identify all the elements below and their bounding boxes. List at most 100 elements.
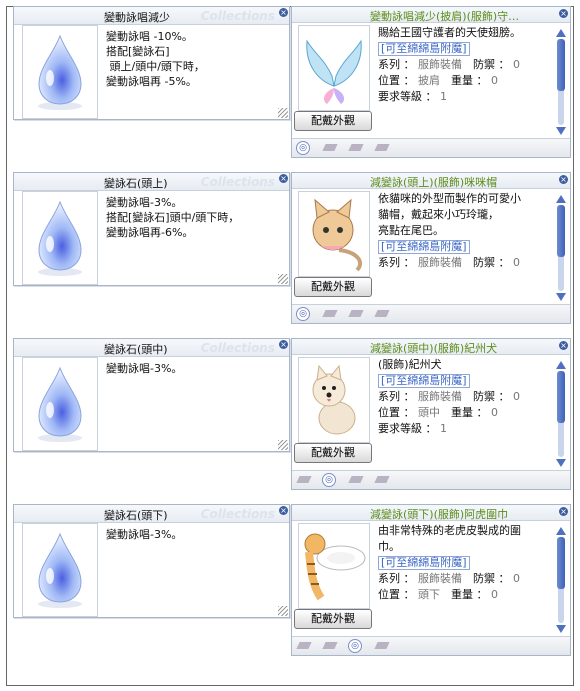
costume-name: 減變詠(頭上)(服飾)咪咪帽 xyxy=(370,176,498,189)
card-slot-bar: ◎ xyxy=(292,138,570,157)
stat-value: 服飾裝備 xyxy=(418,572,462,585)
stat-label: 系列 xyxy=(378,572,400,585)
cat-hat-icon xyxy=(298,191,370,277)
stat-value: 0 xyxy=(513,390,520,403)
item-info-window: 變詠石(頭中) Collections × 變動詠唱-3%。 xyxy=(13,338,290,452)
costume-info: 依貓咪的外型而製作的可愛小 貓帽，戴起來小巧玲瓏， 亮點在尾巴。 [可至綿綿島附魔] 系… xyxy=(378,191,548,271)
resize-grip[interactable] xyxy=(278,606,288,616)
card-slot-icon[interactable]: ◎ xyxy=(322,473,336,487)
required-level: 要求等級 ： 1 xyxy=(378,90,447,103)
enchant-link[interactable]: [可至綿綿島附魔] xyxy=(378,42,470,56)
costume-name: 減變詠(頭下)(服飾)阿虎圍巾 xyxy=(370,508,509,521)
close-icon[interactable]: × xyxy=(279,506,288,515)
stat-label: 系列 xyxy=(378,256,400,269)
costume-info: (服飾)紀州犬 [可至綿綿島附魔] 系列 ： 服飾裝備 防禦 ： 0 位置 ： 頭中 … xyxy=(378,357,548,437)
scroll-thumb[interactable] xyxy=(557,371,565,423)
costume-info-window: 減變詠(頭中)(服飾)紀州犬 × 配戴外觀 (服飾)紀州犬 [可至綿綿島附魔] 系列 ： … xyxy=(291,338,571,490)
stat-value: 頭中 xyxy=(418,406,440,419)
window-titlebar[interactable]: 變動詠唱減少 Collections × xyxy=(14,7,289,25)
empty-slot-icon xyxy=(322,144,338,151)
window-titlebar[interactable]: 變動詠唱減少(披肩)(服飾)守… × xyxy=(292,7,570,23)
close-icon[interactable]: × xyxy=(279,174,288,183)
card-slot-icon[interactable]: ◎ xyxy=(348,639,362,653)
empty-slot-icon xyxy=(374,310,390,317)
window-titlebar[interactable]: 變詠石(頭上) Collections × xyxy=(14,173,289,191)
stat-line: 位置 ： 頭中 重量 ： 0 xyxy=(378,406,498,419)
equip-appearance-button[interactable]: 配戴外觀 xyxy=(294,609,372,629)
enchant-link[interactable]: [可至綿綿島附魔] xyxy=(378,374,470,388)
resize-grip[interactable] xyxy=(278,440,288,450)
scrollbar[interactable] xyxy=(556,29,566,135)
window-titlebar[interactable]: 減變詠(頭中)(服飾)紀州犬 × xyxy=(292,339,570,355)
tiger-scarf-icon xyxy=(298,523,370,609)
stat-value: 1 xyxy=(440,422,447,435)
equip-appearance-button[interactable]: 配戴外觀 xyxy=(294,443,372,463)
close-icon[interactable]: × xyxy=(559,341,568,350)
close-icon[interactable]: × xyxy=(559,9,568,18)
scrollbar[interactable] xyxy=(556,195,566,301)
close-icon[interactable]: × xyxy=(279,8,288,17)
card-slot-icon[interactable]: ◎ xyxy=(296,141,310,155)
card-slot-bar: ◎ xyxy=(292,304,570,323)
empty-slot-icon xyxy=(348,144,364,151)
card-slot-bar: ◎ xyxy=(292,636,570,655)
stat-value: 服飾裝備 xyxy=(418,256,462,269)
empty-slot-icon xyxy=(296,476,312,483)
required-level: 要求等級 ： 1 xyxy=(378,422,447,435)
empty-slot-icon xyxy=(374,144,390,151)
empty-slot-icon xyxy=(322,642,338,649)
kishu-dog-icon xyxy=(298,357,370,443)
watermark: Collections xyxy=(200,341,275,355)
blue-droplet-icon xyxy=(22,523,98,617)
costume-info: 賜給王國守護者的天使翅膀。 [可至綿綿島附魔] 系列 ： 服飾裝備 防禦 ： 0 位置… xyxy=(378,25,548,105)
item-info-window: 變詠石(頭上) Collections × 變動詠唱-3%。 搭配[變詠石]頭中/頭下… xyxy=(13,172,290,286)
scrollbar[interactable] xyxy=(556,361,566,467)
equip-appearance-button[interactable]: 配戴外觀 xyxy=(294,277,372,297)
enchant-link[interactable]: [可至綿綿島附魔] xyxy=(378,240,470,254)
blue-droplet-icon xyxy=(22,25,98,119)
stat-value: 頭下 xyxy=(418,588,440,601)
window-titlebar[interactable]: 變詠石(頭中) Collections × xyxy=(14,339,289,357)
stat-label: 位置 xyxy=(378,588,400,601)
costume-info-window: 減變詠(頭上)(服飾)咪咪帽 × 配戴外觀 依貓咪的外型而製作的可愛小 貓帽，戴起來小巧… xyxy=(291,172,571,324)
stat-value: 0 xyxy=(491,406,498,419)
stat-label: 防禦 xyxy=(473,572,495,585)
close-icon[interactable]: × xyxy=(559,507,568,516)
window-titlebar[interactable]: 減變詠(頭上)(服飾)咪咪帽 × xyxy=(292,173,570,189)
stat-label: 系列 xyxy=(378,58,400,71)
costume-info-window: 變動詠唱減少(披肩)(服飾)守… × 配戴外觀 賜給王國守護者的天使翅膀。 [可至綿綿島… xyxy=(291,6,571,158)
close-icon[interactable]: × xyxy=(559,175,568,184)
scroll-thumb[interactable] xyxy=(557,537,565,589)
stat-label: 重量 xyxy=(451,406,473,419)
stat-label: 要求等級 xyxy=(378,422,422,435)
scroll-thumb[interactable] xyxy=(557,39,565,91)
empty-slot-icon xyxy=(296,642,312,649)
resize-grip[interactable] xyxy=(278,274,288,284)
stat-label: 位置 xyxy=(378,74,400,87)
costume-description-line: 由非常特殊的老虎皮製成的圍 xyxy=(378,524,521,537)
equip-appearance-button[interactable]: 配戴外觀 xyxy=(294,111,372,131)
resize-grip[interactable] xyxy=(278,108,288,118)
stat-line: 位置 ： 披肩 重量 ： 0 xyxy=(378,74,498,87)
stat-label: 系列 xyxy=(378,390,400,403)
scrollbar[interactable] xyxy=(556,527,566,633)
stat-label: 防禦 xyxy=(473,58,495,71)
empty-slot-icon xyxy=(348,310,364,317)
stat-line: 系列 ： 服飾裝備 防禦 ： 0 xyxy=(378,390,520,403)
costume-description-line: 貓帽，戴起來小巧玲瓏， xyxy=(378,208,499,221)
enchant-link[interactable]: [可至綿綿島附魔] xyxy=(378,556,470,570)
item-description: 變動詠唱-3%。 xyxy=(106,528,183,541)
card-slot-icon[interactable]: ◎ xyxy=(296,307,310,321)
stat-label: 防禦 xyxy=(473,390,495,403)
scroll-thumb[interactable] xyxy=(557,205,565,257)
item-info-window: 變動詠唱減少 Collections × 變動詠唱 -10%。 搭配[變詠石] 頭上/… xyxy=(13,6,290,120)
item-name: 變詠石(頭中) xyxy=(104,343,168,356)
costume-description-line: 亮點在尾巴。 xyxy=(378,224,444,237)
window-titlebar[interactable]: 減變詠(頭下)(服飾)阿虎圍巾 × xyxy=(292,505,570,521)
item-description: 變動詠唱-3%。 xyxy=(106,362,183,375)
window-titlebar[interactable]: 變詠石(頭下) Collections × xyxy=(14,505,289,523)
stat-label: 要求等級 xyxy=(378,90,422,103)
stat-label: 重量 xyxy=(451,588,473,601)
close-icon[interactable]: × xyxy=(279,340,288,349)
stat-label: 重量 xyxy=(451,74,473,87)
